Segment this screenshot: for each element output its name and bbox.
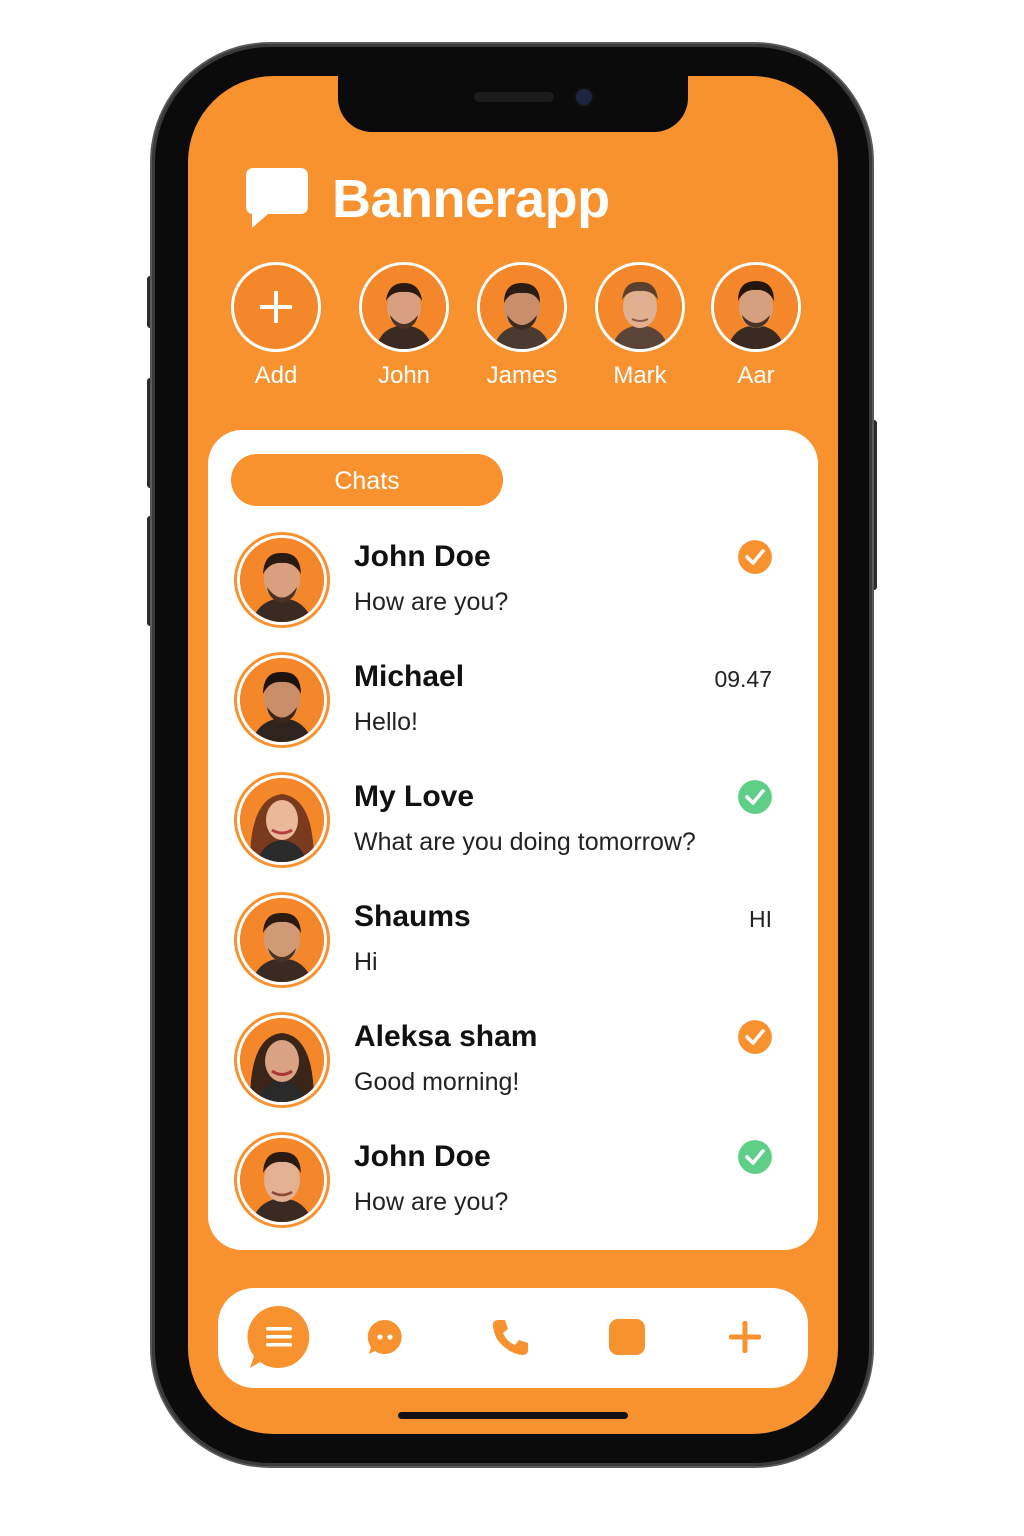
avatar[interactable] (477, 262, 567, 352)
app-header: Bannerapp (244, 166, 610, 232)
chat-row[interactable]: John Doe How are you? (234, 1132, 794, 1236)
chat-name: John Doe (354, 540, 491, 573)
person-avatar-icon (598, 265, 682, 349)
menu-icon (247, 1305, 310, 1368)
story-label: John (377, 362, 431, 389)
square-icon (609, 1319, 645, 1355)
chat-preview: What are you doing tomorrow? (354, 828, 696, 856)
chat-name: Shaums (354, 900, 471, 933)
story-label: Mark (613, 362, 667, 389)
chat-row[interactable]: Michael Hello! 09.47 (234, 652, 794, 756)
story-label: Add (254, 362, 298, 389)
notch (338, 76, 688, 132)
story-john[interactable]: John (354, 262, 454, 390)
chat-list-card: Chats John Doe How are you? Michael Hell… (208, 430, 818, 1250)
story-add[interactable]: Add (226, 262, 326, 390)
avatar (234, 1012, 330, 1108)
chat-preview: How are you? (354, 1188, 509, 1216)
chat-preview: Good morning! (354, 1068, 520, 1096)
nav-chats-button[interactable] (352, 1304, 418, 1370)
person-avatar-icon (714, 265, 798, 349)
tab-chats[interactable]: Chats (231, 454, 503, 506)
chat-preview: Hi (354, 948, 378, 976)
chat-name: My Love (354, 780, 475, 813)
read-check-icon (738, 1140, 772, 1174)
avatar (234, 652, 330, 748)
plus-icon (729, 1321, 761, 1353)
nav-stories-button[interactable] (594, 1304, 660, 1370)
bottom-nav (218, 1288, 808, 1388)
chat-row[interactable]: Aleksa sham Good morning! (234, 1012, 794, 1116)
chat-preview: Hello! (354, 708, 418, 736)
chat-row[interactable]: My Love What are you doing tomorrow? (234, 772, 794, 876)
story-label: James (486, 362, 558, 389)
avatar (234, 1132, 330, 1228)
phone-icon (493, 1320, 528, 1355)
nav-add-button[interactable] (712, 1304, 778, 1370)
nav-calls-button[interactable] (478, 1304, 544, 1370)
avatar[interactable] (595, 262, 685, 352)
person-avatar-icon (240, 658, 324, 742)
chat-timestamp: 09.47 (714, 666, 772, 692)
chat-timestamp: HI (749, 906, 772, 932)
avatar (234, 772, 330, 868)
chat-logo-icon (246, 168, 308, 228)
chat-bubble-icon (367, 1319, 402, 1354)
nav-menu-button[interactable] (246, 1304, 312, 1370)
plus-icon (260, 291, 292, 323)
avatar (234, 892, 330, 988)
story-aar[interactable]: Aar (706, 262, 806, 390)
story-label: Aar (737, 362, 775, 389)
person-avatar-icon (240, 898, 324, 982)
person-avatar-icon (480, 265, 564, 349)
home-indicator[interactable] (398, 1412, 628, 1419)
story-mark[interactable]: Mark (590, 262, 690, 390)
person-avatar-icon (240, 538, 324, 622)
chat-row[interactable]: John Doe How are you? (234, 532, 794, 636)
read-check-icon (738, 1020, 772, 1054)
stories-row: Add John James Mark Aar (230, 262, 830, 402)
app-screen: Bannerapp Add John James Mark Aar Chats … (188, 76, 838, 1434)
person-avatar-icon (240, 778, 324, 862)
avatar[interactable] (359, 262, 449, 352)
chat-name: John Doe (354, 1140, 491, 1173)
avatar (234, 532, 330, 628)
app-title: Bannerapp (332, 169, 610, 229)
story-james[interactable]: James (472, 262, 572, 390)
add-story-button[interactable] (231, 262, 321, 352)
avatar[interactable] (711, 262, 801, 352)
chat-preview: How are you? (354, 588, 509, 616)
read-check-icon (738, 540, 772, 574)
read-check-icon (738, 780, 772, 814)
chat-name: Aleksa sham (354, 1020, 538, 1053)
person-avatar-icon (240, 1138, 324, 1222)
chat-row[interactable]: Shaums Hi HI (234, 892, 794, 996)
chat-name: Michael (354, 660, 465, 693)
person-avatar-icon (362, 265, 446, 349)
person-avatar-icon (240, 1018, 324, 1102)
